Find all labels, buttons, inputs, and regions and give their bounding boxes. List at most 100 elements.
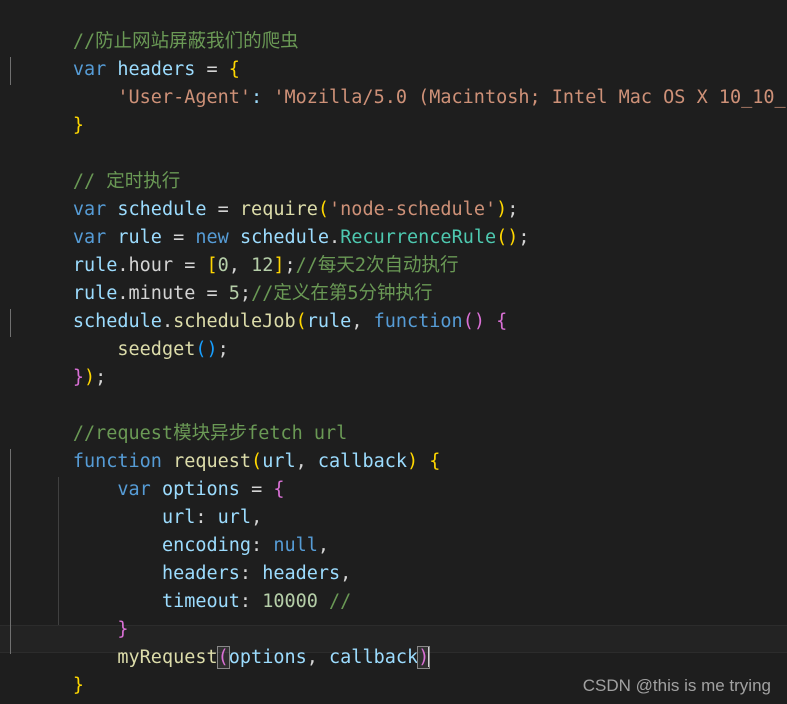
code-line[interactable]: //request模块异步fetch url (0, 392, 787, 444)
identifier-token: rule (306, 311, 352, 332)
comma-token: , (317, 535, 330, 556)
keyword-token: new (195, 227, 229, 248)
semicolon-token: ; (239, 283, 252, 304)
paren-token: ) (473, 311, 485, 332)
comma-token: , (351, 311, 374, 332)
comment-token: //定义在第5分钟执行 (251, 283, 433, 304)
brace-token: { (429, 451, 441, 472)
code-line[interactable]: //防止网站屏蔽我们的爬虫 (0, 0, 787, 52)
comma-token: , (251, 507, 263, 528)
colon-token: : (251, 535, 263, 556)
identifier-token: headers (117, 59, 196, 80)
paren-token: ) (496, 199, 508, 220)
identifier-token: schedule (72, 311, 162, 332)
identifier-token: options (161, 479, 240, 500)
function-token: require (239, 199, 318, 220)
matching-bracket-open: ( (216, 646, 230, 669)
param-token: url (262, 451, 296, 472)
semicolon-token: ; (284, 255, 296, 276)
function-token: myRequest (117, 647, 218, 668)
paren-token: ) (507, 227, 519, 248)
property-value-token: url (217, 507, 252, 528)
keyword-token: var (117, 479, 151, 500)
comment-token: // 定时执行 (72, 171, 181, 192)
property-key-token: url (161, 507, 196, 528)
dot-token: . (329, 227, 341, 248)
paren-token: ( (195, 339, 207, 360)
property-token: .minute (117, 283, 196, 304)
operator-token: = (184, 255, 196, 276)
brace-token: { (496, 311, 508, 332)
function-token: scheduleJob (173, 311, 296, 332)
comma-token: , (295, 451, 318, 472)
code-line[interactable] (0, 364, 787, 392)
brace-token: { (228, 59, 240, 80)
keyword-token: var (72, 59, 107, 80)
brace-token: } (72, 115, 84, 136)
operator-token: = (206, 59, 218, 80)
paren-token: ) (83, 367, 96, 388)
string-token: 'Mozilla/5.0 (Macintosh; Intel Mac OS X … (273, 87, 787, 108)
brace-token: } (72, 675, 84, 696)
number-token: 5 (228, 283, 240, 304)
identifier-token: rule (72, 283, 118, 304)
comma-token: , (340, 563, 352, 584)
comment-token: //每天2次自动执行 (295, 255, 459, 276)
comment-token: //request模块异步fetch url (72, 423, 348, 444)
identifier-token: options (228, 647, 307, 668)
operator-token: = (206, 283, 218, 304)
semicolon-token: ; (95, 367, 107, 388)
null-literal-token: null (273, 535, 318, 556)
param-token: callback (317, 451, 407, 472)
identifier-token: rule (72, 255, 118, 276)
watermark: CSDN @this is me trying (582, 676, 771, 695)
identifier-token: schedule (117, 199, 207, 220)
text-cursor (428, 646, 431, 667)
code-line[interactable] (0, 112, 787, 140)
colon-token: : (195, 507, 207, 528)
semicolon-token: ; (507, 199, 519, 220)
colon-token: : (239, 563, 252, 584)
comment-token: // (329, 591, 352, 612)
number-token: 10000 (262, 591, 318, 612)
string-token: 'node-schedule' (329, 199, 497, 220)
dot-token: . (161, 311, 174, 332)
operator-token: = (173, 227, 185, 248)
paren-token: ) (407, 451, 419, 472)
property-value-token: headers (262, 563, 341, 584)
string-token: 'User-Agent' (117, 87, 252, 108)
brace-token: { (273, 479, 285, 500)
bracket-token: ] (273, 255, 285, 276)
semicolon-token: ; (518, 227, 530, 248)
comma-token: , (228, 255, 252, 276)
semicolon-token: ; (217, 339, 229, 360)
paren-token: ( (251, 451, 263, 472)
bracket-token: [ (206, 255, 218, 276)
class-token: RecurrenceRule (340, 227, 497, 248)
property-key-token: encoding (161, 535, 252, 556)
keyword-token: var (72, 227, 107, 248)
code-line[interactable]: // 定时执行 (0, 140, 787, 192)
property-key-token: timeout (161, 591, 240, 612)
code-lines: //防止网站屏蔽我们的爬虫 var headers = { 'User-Agen… (0, 0, 787, 696)
keyword-token: function (373, 311, 463, 332)
paren-token: ( (317, 199, 330, 220)
brace-token: } (72, 367, 84, 388)
number-token: 0 (217, 255, 229, 276)
paren-token: ( (462, 311, 474, 332)
keyword-token: function (72, 451, 162, 472)
property-token: .hour (117, 255, 174, 276)
comma-token: , (306, 647, 330, 668)
paren-token: ( (295, 311, 307, 332)
identifier-token: callback (329, 647, 419, 668)
identifier-token: schedule (239, 227, 330, 248)
paren-token: ) (206, 339, 218, 360)
brace-token: } (117, 619, 129, 640)
code-editor[interactable]: //防止网站屏蔽我们的爬虫 var headers = { 'User-Agen… (0, 0, 787, 704)
colon-token: : (239, 591, 252, 612)
number-token: 12 (251, 255, 274, 276)
function-token: request (173, 451, 252, 472)
identifier-token: rule (117, 227, 162, 248)
keyword-token: var (72, 199, 107, 220)
operator-token: = (217, 199, 229, 220)
